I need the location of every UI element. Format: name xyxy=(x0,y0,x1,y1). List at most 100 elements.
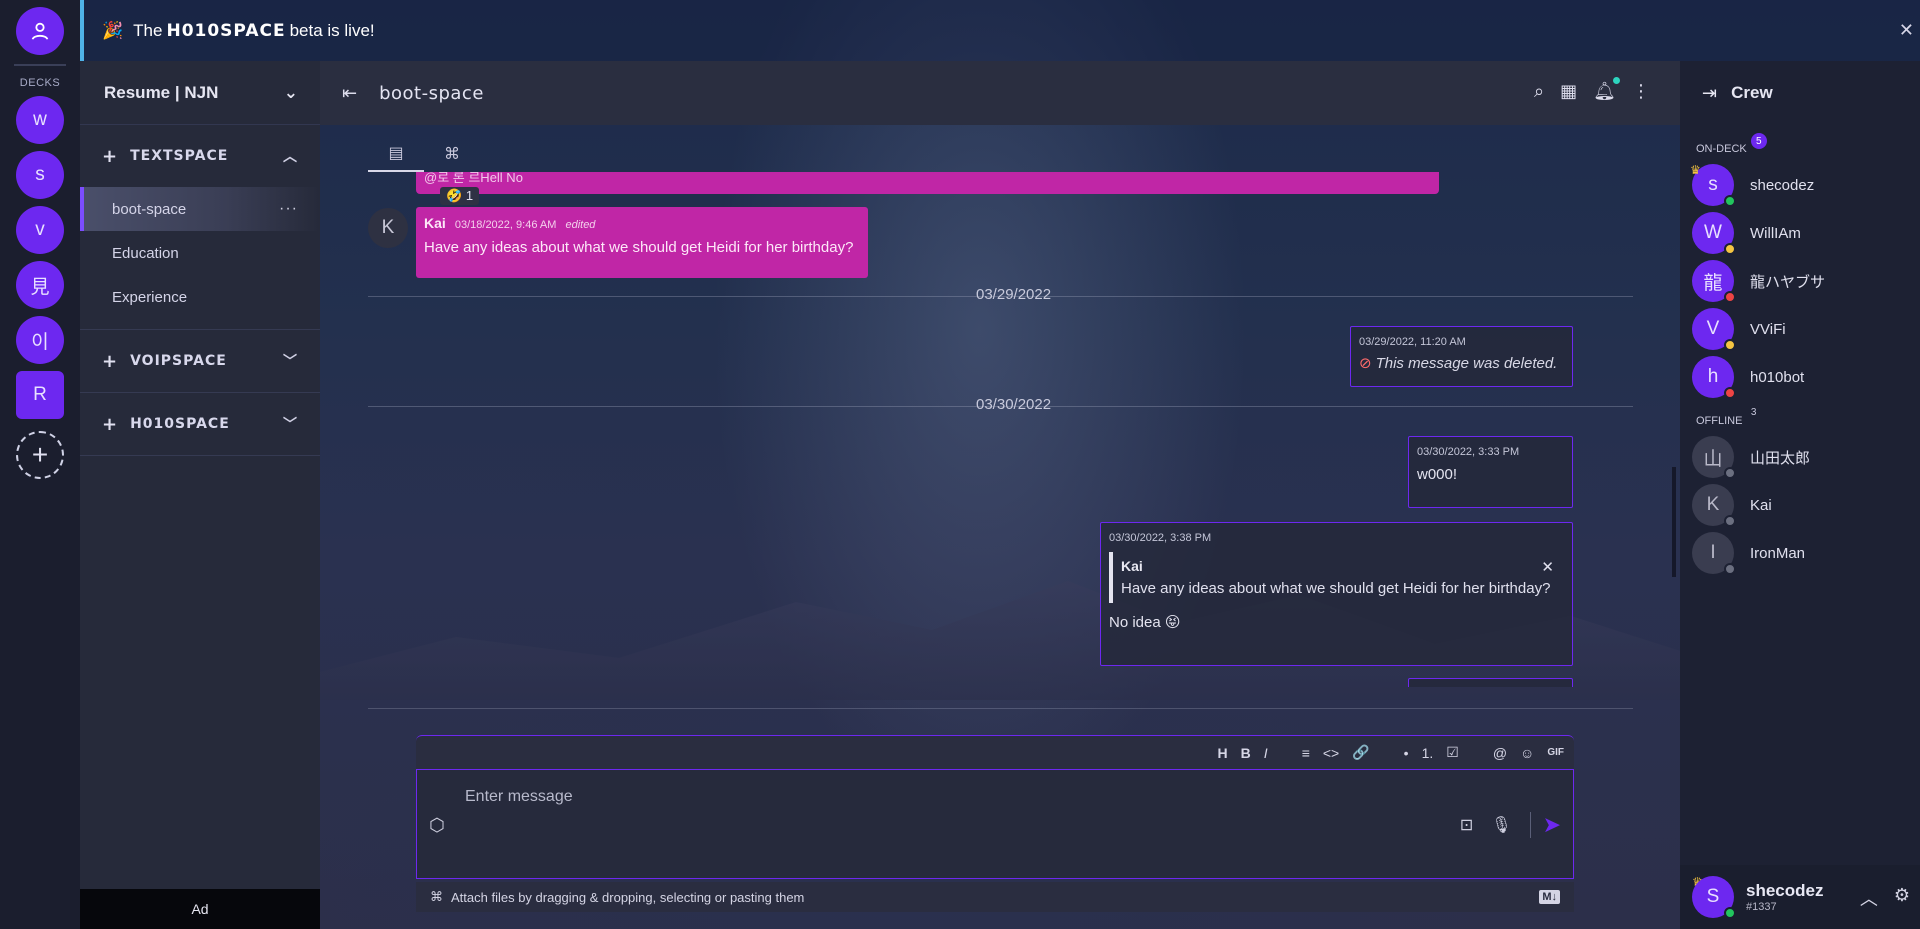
avatar: h xyxy=(1692,356,1736,399)
deck-r[interactable]: R xyxy=(16,371,64,419)
chevron-down-icon: ⌄ xyxy=(283,82,298,102)
text-format-icon[interactable]: ⊡ xyxy=(1460,815,1473,835)
more-vertical-icon[interactable]: ⋮ xyxy=(1632,81,1650,102)
member-name: Kai xyxy=(1750,496,1772,514)
code-icon[interactable]: <> xyxy=(1323,745,1339,761)
banner-brand: H010SPACE xyxy=(166,20,286,41)
emoji-icon[interactable]: ☺ xyxy=(1520,745,1534,761)
indent-icon[interactable]: ≡ xyxy=(1302,745,1310,761)
gif-icon[interactable]: GIF xyxy=(1547,747,1564,758)
member-name: VViFi xyxy=(1750,320,1786,338)
upload-icon[interactable]: ⬡ xyxy=(429,815,445,836)
current-user-name: shecodez xyxy=(1746,881,1824,900)
deck-title-header[interactable]: Resume | NJN ⌄ xyxy=(80,61,320,125)
deck-korean[interactable]: 이 xyxy=(16,316,64,364)
member-name: shecodez xyxy=(1750,176,1815,194)
close-banner-icon[interactable]: ✕ xyxy=(1899,20,1914,41)
bullet-list-icon[interactable]: • xyxy=(1404,745,1409,761)
avatar[interactable]: S xyxy=(1692,876,1736,919)
party-icon: 🎉 xyxy=(102,20,124,40)
on-deck-count: 5 xyxy=(1750,133,1767,149)
crew-member[interactable]: W WillIAm xyxy=(1680,209,1920,257)
member-name: 山田太郎 xyxy=(1750,449,1811,467)
crew-member[interactable]: K Kai xyxy=(1680,481,1920,529)
channel-boot-space[interactable]: boot-space ··· xyxy=(80,187,320,231)
task-list-icon[interactable]: ☑ xyxy=(1446,744,1459,761)
message-deleted: 03/29/2022, 11:20 AM ⊘ This message was d… xyxy=(1350,326,1573,387)
bell-icon[interactable]: 🔔︎ xyxy=(1593,81,1616,102)
avatar[interactable]: K xyxy=(368,208,408,248)
home-button[interactable] xyxy=(16,7,64,55)
collapse-crew-icon[interactable]: ⇥ xyxy=(1702,83,1717,104)
markdown-icon[interactable]: M↓ xyxy=(1539,890,1560,904)
bold-icon[interactable]: B xyxy=(1241,745,1251,761)
channel-education[interactable]: Education xyxy=(80,231,320,275)
italic-icon[interactable]: I xyxy=(1264,745,1268,761)
microphone-icon[interactable]: 🎙︎ xyxy=(1491,815,1511,835)
scrollbar[interactable] xyxy=(1672,467,1676,577)
beta-banner: 🎉 The H010SPACE beta is live! ✕ xyxy=(80,0,1920,61)
status-dot xyxy=(1724,467,1736,479)
deck-s[interactable]: s xyxy=(16,151,64,199)
numbered-list-icon[interactable]: 1. xyxy=(1422,745,1434,761)
deck-v[interactable]: v xyxy=(16,206,64,254)
search-icon[interactable]: ⌕ xyxy=(1534,81,1544,102)
send-icon[interactable]: ➤ xyxy=(1529,812,1561,838)
reaction-chip[interactable]: 🤣 1 xyxy=(440,187,480,205)
gear-icon[interactable]: ⚙ xyxy=(1894,885,1910,911)
status-dot xyxy=(1724,243,1736,255)
message-text: Have any ideas about what we should get … xyxy=(424,239,854,256)
header-actions: ⌕ ▦ 🔔︎ ⋮ xyxy=(1534,81,1650,102)
plus-icon[interactable]: + xyxy=(102,414,118,435)
status-dot xyxy=(1724,387,1736,399)
message-time: 03/30/2022, 3:33 PM xyxy=(1417,446,1520,458)
message-input[interactable]: ⬡ Enter message ⊡ 🎙︎ ➤ xyxy=(416,769,1574,879)
plus-icon[interactable]: + xyxy=(102,146,118,167)
close-icon[interactable]: ✕ xyxy=(1541,558,1554,576)
status-dot xyxy=(1724,563,1736,575)
quote-author: Kai xyxy=(1121,558,1143,574)
add-deck-button[interactable]: + xyxy=(16,431,64,479)
member-name: 龍ハヤブサ xyxy=(1750,273,1826,291)
plus-icon: + xyxy=(31,439,49,470)
decks-label: DECKS xyxy=(19,77,61,89)
crew-member[interactable]: I IronMan xyxy=(1680,529,1920,577)
channel-label: Experience xyxy=(112,288,188,306)
ad-slot[interactable]: Ad xyxy=(80,889,320,929)
mention-icon[interactable]: @ xyxy=(1493,745,1507,761)
calendar-icon[interactable]: ▦ xyxy=(1560,81,1577,102)
chevron-up-icon[interactable]: ︿ xyxy=(1860,885,1878,911)
message-time: 03/30/2022, 3:38 PM xyxy=(1109,532,1212,544)
heading-icon[interactable]: H xyxy=(1218,745,1228,761)
composer-divider xyxy=(368,708,1633,709)
crew-member[interactable]: V VViFi xyxy=(1680,305,1920,353)
link-icon[interactable]: 🔗 xyxy=(1352,744,1369,761)
message-partial: @로 론 르Hell No xyxy=(416,172,1439,194)
more-icon[interactable]: ··· xyxy=(279,200,298,218)
plus-icon[interactable]: + xyxy=(102,351,118,372)
channel-tabs: ▤ ⌘ xyxy=(368,136,480,172)
collapse-sidebar-icon[interactable]: ⇤ xyxy=(342,83,357,104)
format-toolbar: H B I ≡ <> 🔗 • 1. ☑ @ ☺ GIF xyxy=(416,735,1574,769)
crew-member[interactable]: h h010bot xyxy=(1680,353,1920,401)
tab-messages[interactable]: ▤ xyxy=(368,136,424,172)
channel-experience[interactable]: Experience xyxy=(80,275,320,319)
crew-member[interactable]: 山山田太郎 xyxy=(1680,433,1920,481)
section-divider xyxy=(80,455,320,456)
crew-member[interactable]: 龍龍ハヤブサ xyxy=(1680,257,1920,305)
deck-w[interactable]: w xyxy=(16,96,64,144)
attach-bar[interactable]: ⌘ Attach files by dragging & dropping, s… xyxy=(416,882,1574,912)
message-author[interactable]: Kai xyxy=(424,215,446,231)
tab-attachments[interactable]: ⌘ xyxy=(424,136,480,172)
deck-kanji[interactable]: 見 xyxy=(16,261,64,309)
section-h010space[interactable]: + H010SPACE ﹀ xyxy=(80,393,320,455)
section-textspace[interactable]: + TEXTSPACE ︿ xyxy=(80,125,320,187)
rail-divider xyxy=(14,64,66,66)
crew-member[interactable]: s ♛ shecodez xyxy=(1680,161,1920,209)
notification-dot xyxy=(1613,77,1620,84)
crew-title: Crew xyxy=(1731,83,1773,102)
offline-count: 3 xyxy=(1750,407,1757,418)
banner-prefix: The xyxy=(133,20,163,40)
section-voipspace[interactable]: + VOIPSPACE ﹀ xyxy=(80,330,320,392)
member-name: WillIAm xyxy=(1750,224,1801,242)
